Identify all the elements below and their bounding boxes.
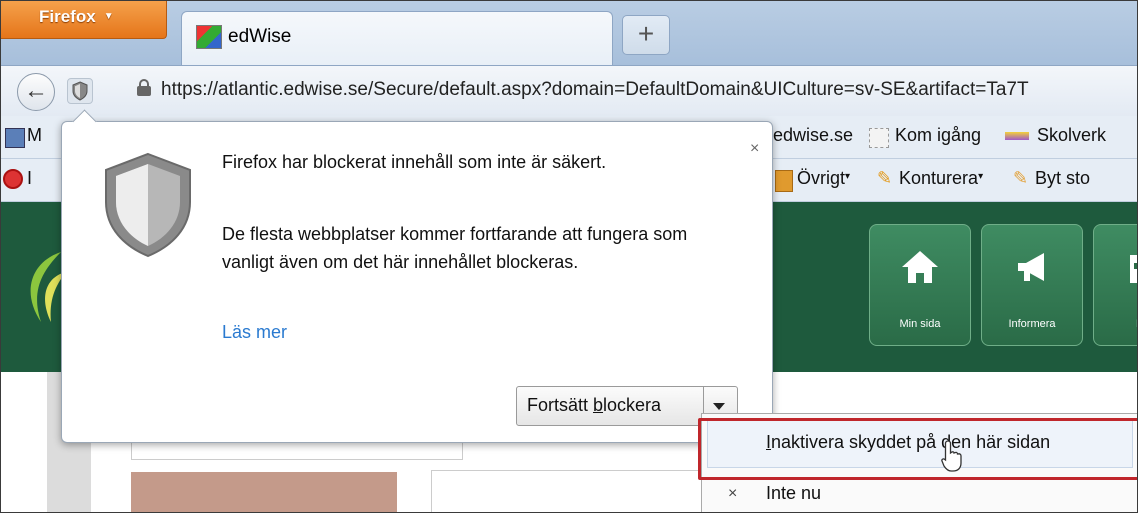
chevron-down-icon: ▾ <box>845 171 851 182</box>
crayon-icon: ✎ <box>1013 168 1029 188</box>
keep-blocking-prefix: Fortsätt <box>527 395 594 415</box>
lock-icon <box>137 79 151 96</box>
toolbar-ovrigt-label: Övrigt <box>797 168 846 188</box>
block-icon <box>3 169 23 189</box>
megaphone-icon <box>1018 253 1044 281</box>
menu-item-not-now[interactable]: Inte nu <box>766 483 821 504</box>
shield-icon <box>105 152 191 258</box>
bookmark-icon <box>5 128 25 148</box>
keep-blocking-accel: b <box>593 395 604 415</box>
note-icon <box>775 170 793 192</box>
shield-icon[interactable] <box>67 78 93 104</box>
page-icon <box>869 128 889 148</box>
chevron-down-icon: ▾ <box>978 171 984 182</box>
new-tab-button[interactable]: + <box>622 15 670 55</box>
panel-title: Firefox har blockerat innehåll som inte … <box>222 152 607 172</box>
skolverket-icon <box>1005 132 1029 140</box>
mixed-content-panel: Firefox har blockerat innehåll som inte … <box>61 109 773 443</box>
keep-blocking-label: Fortsätt blockera <box>527 395 661 416</box>
toolbar-partial[interactable]: I <box>27 168 32 189</box>
url-bar[interactable]: https://atlantic.edwise.se/Secure/defaul… <box>161 79 1029 101</box>
highlight-annotation <box>698 418 1137 480</box>
tab-strip: Firefox ▼ edWise + <box>1 1 1137 66</box>
nav-tile-min-sida[interactable]: Min sida <box>869 224 971 346</box>
bookmark-kom-igang[interactable]: Kom igång <box>895 125 981 146</box>
panel-description: De flesta webbplatser kommer fortfarande… <box>222 224 688 272</box>
back-button[interactable]: ← <box>17 73 55 111</box>
toolbar-ovrigt[interactable]: Övrigt▾ <box>797 168 850 189</box>
learn-more-link[interactable]: Läs mer <box>222 322 287 343</box>
toolbar-byt[interactable]: Byt sto <box>1035 168 1090 189</box>
content-image <box>131 472 397 512</box>
nav-tile-label: Informera <box>1008 318 1056 330</box>
bookmark-edwise[interactable]: edwise.se <box>773 125 853 146</box>
arrow-left-icon: ← <box>24 77 48 104</box>
cursor-hand-icon <box>941 440 962 472</box>
nav-tile-planera[interactable]: Pla <box>1093 224 1137 346</box>
keep-blocking-rest: lockera <box>603 395 662 415</box>
bookmark-partial[interactable]: M <box>27 125 42 146</box>
nav-tile-informera[interactable]: Informera <box>981 224 1083 346</box>
firefox-menu-label: Firefox <box>39 7 96 26</box>
chevron-down-icon: ▼ <box>103 11 114 22</box>
tab-edwise[interactable]: edWise <box>181 11 613 66</box>
tab-title: edWise <box>228 26 292 47</box>
toolbar-konturera[interactable]: Konturera▾ <box>899 168 983 189</box>
nav-tile-label: Min sida <box>899 318 941 330</box>
navigation-bar: ← https://atlantic.edwise.se/Secure/defa… <box>1 65 1137 116</box>
browser-window: Firefox ▼ edWise + ← https://atlantic.edw… <box>0 0 1138 513</box>
firefox-menu-button[interactable]: Firefox ▼ <box>1 1 167 39</box>
calendar-icon <box>1130 255 1137 283</box>
close-icon: × <box>728 485 738 502</box>
site-favicon-icon <box>196 25 222 49</box>
chevron-down-icon[interactable] <box>713 403 725 410</box>
close-icon[interactable]: × <box>750 140 759 158</box>
toolbar-konturera-label: Konturera <box>899 168 979 188</box>
nav-tile-label: Pla <box>1094 318 1137 330</box>
home-icon <box>902 251 938 283</box>
content-box <box>431 470 713 512</box>
pencil-icon: ✎ <box>877 168 893 188</box>
bookmark-skolverket[interactable]: Skolverk <box>1037 125 1106 146</box>
